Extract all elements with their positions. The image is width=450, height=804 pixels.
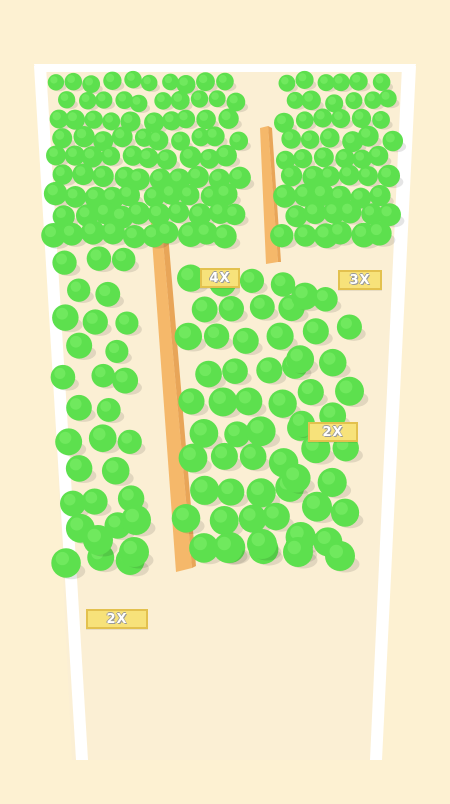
multiplier-label: 2X (322, 424, 344, 440)
multiplier-label: 2X (106, 611, 128, 627)
multiplier-label: 3X (349, 272, 371, 288)
track-top-wall (34, 64, 416, 72)
multiplier-gate-2x[interactable]: 2X (308, 422, 358, 442)
track-board (34, 64, 416, 760)
multiplier-gate-2x-bottom[interactable]: 2X (86, 609, 148, 629)
game-scene[interactable]: 4X 3X 2X 2X (0, 0, 450, 800)
multiplier-label: 4X (209, 270, 231, 286)
multiplier-gate-3x[interactable]: 3X (338, 270, 382, 290)
multiplier-gate-4x[interactable]: 4X (200, 268, 240, 288)
